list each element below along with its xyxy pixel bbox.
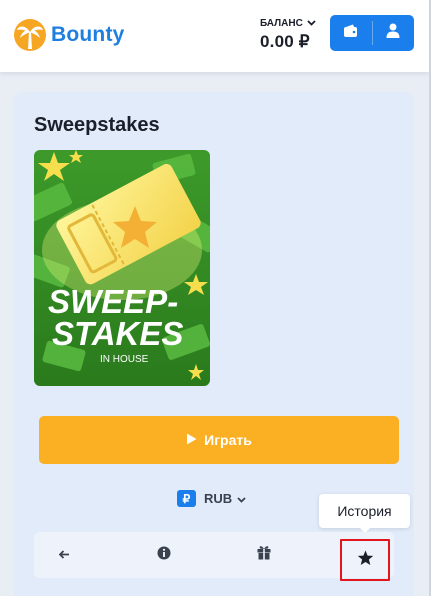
chevron-down-icon xyxy=(307,18,316,29)
bonus-button[interactable] xyxy=(239,532,289,578)
user-icon xyxy=(386,23,400,43)
wallet-icon xyxy=(343,24,358,43)
brand-name: Bounty xyxy=(51,23,125,46)
back-arrow-icon xyxy=(58,546,70,564)
game-title: Sweepstakes xyxy=(34,114,160,136)
currency-selector[interactable]: ₽ RUB xyxy=(177,490,246,507)
history-tooltip: История xyxy=(319,494,410,528)
gift-icon xyxy=(257,545,271,565)
info-button[interactable] xyxy=(139,532,189,578)
play-button[interactable]: Играть xyxy=(39,416,399,464)
back-button[interactable] xyxy=(39,532,89,578)
ruble-icon: ₽ xyxy=(177,490,196,507)
play-icon xyxy=(186,432,197,448)
play-button-label: Играть xyxy=(204,432,252,448)
profile-button[interactable] xyxy=(373,15,415,51)
balance-label: БАЛАНС xyxy=(260,18,303,29)
star-icon xyxy=(357,550,374,571)
cover-title-line-2: STAKES xyxy=(52,315,183,352)
chevron-down-icon xyxy=(237,491,246,506)
top-header: Bounty БАЛАНС 0.00 ₽ xyxy=(0,0,429,72)
balance-widget[interactable]: БАЛАНС 0.00 ₽ xyxy=(260,18,316,52)
info-icon xyxy=(157,546,171,565)
game-toolbar xyxy=(34,532,394,581)
cover-subtitle: IN HOUSE xyxy=(100,354,149,365)
game-cover-image[interactable]: SWEEP- STAKES IN HOUSE xyxy=(34,150,210,386)
history-button[interactable] xyxy=(340,539,390,581)
currency-code: RUB xyxy=(204,491,233,506)
balance-value: 0.00 ₽ xyxy=(260,32,310,51)
brand-logo[interactable]: Bounty xyxy=(13,18,125,52)
palm-logo-icon xyxy=(13,18,47,52)
wallet-button[interactable] xyxy=(330,15,372,51)
header-action-buttons xyxy=(330,15,414,51)
